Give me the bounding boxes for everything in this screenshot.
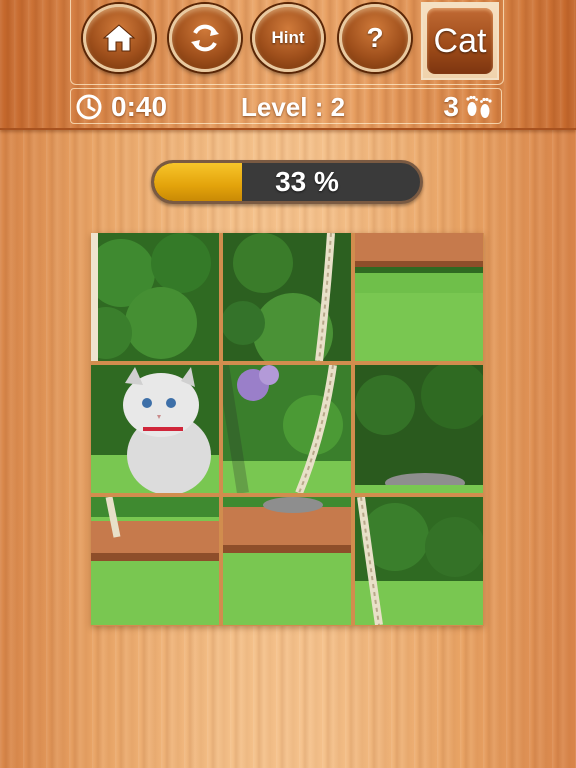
moves-counter: 3	[443, 91, 495, 123]
level-indicator: Level : 2	[241, 91, 346, 122]
clock-icon	[76, 94, 102, 120]
status-bar: 0:40 Level : 2 3	[70, 88, 502, 124]
category-label: Cat	[427, 8, 493, 74]
puzzle-tile[interactable]	[223, 233, 351, 361]
help-button[interactable]: ?	[339, 4, 411, 72]
home-button[interactable]	[83, 4, 155, 72]
puzzle-tile[interactable]	[223, 497, 351, 625]
puzzle-tile[interactable]	[223, 365, 351, 493]
help-label: ?	[366, 22, 384, 53]
hint-button[interactable]: Hint	[252, 4, 324, 72]
puzzle-tile[interactable]	[91, 233, 219, 361]
puzzle-tile[interactable]	[355, 233, 483, 361]
footprints-icon	[466, 95, 492, 118]
restart-button[interactable]	[169, 4, 241, 72]
progress-label: 33 %	[275, 166, 339, 197]
progress-bar: 33 %	[151, 160, 423, 204]
restart-icon	[191, 24, 219, 52]
timer: 0:40	[75, 91, 167, 123]
category-button[interactable]: Cat	[421, 2, 499, 80]
puzzle-tile[interactable]	[91, 497, 219, 625]
timer-value: 0:40	[111, 91, 168, 122]
puzzle-tile[interactable]	[355, 365, 483, 493]
puzzle-board	[91, 233, 484, 626]
home-icon	[102, 24, 136, 52]
puzzle-tile[interactable]	[91, 365, 219, 493]
hint-label: Hint	[271, 28, 305, 47]
puzzle-tile[interactable]	[355, 497, 483, 625]
moves-value: 3	[443, 91, 459, 122]
